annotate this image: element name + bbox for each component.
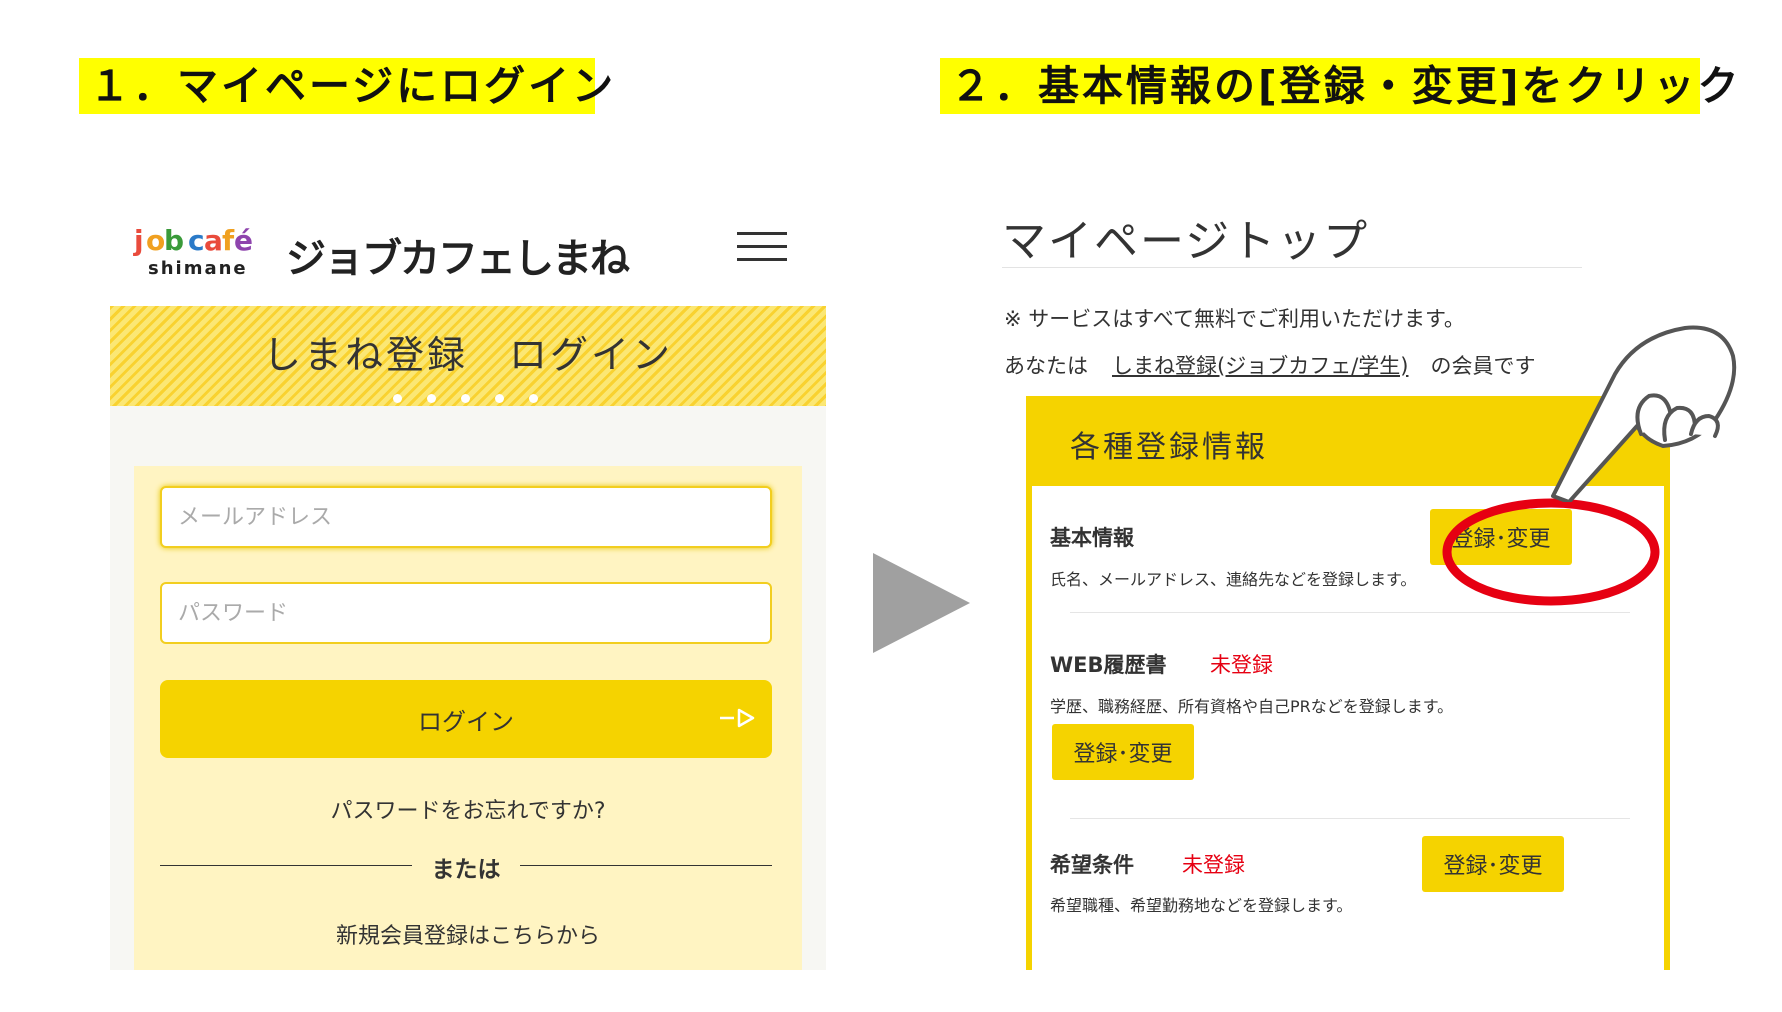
signup-link[interactable]: 新規会員登録はこちらから xyxy=(134,918,802,950)
title-divider xyxy=(1002,267,1582,268)
hamburger-icon[interactable] xyxy=(737,232,787,262)
resume-status-badge: 未登録 xyxy=(1210,653,1273,677)
jobcafe-logo-icon[interactable]: j o b c a f é shimane xyxy=(132,218,267,278)
banner-title: しまね登録 ログイン xyxy=(262,333,673,377)
section-divider xyxy=(1070,818,1630,819)
section-desc-preferences: 希望職種、希望勤務地などを登録します。 xyxy=(1050,896,1353,915)
email-input[interactable] xyxy=(160,486,772,548)
section-desc-basic: 氏名、メールアドレス、連絡先などを登録します。 xyxy=(1050,570,1417,589)
resume-register-button[interactable]: 登録･変更 xyxy=(1052,724,1194,780)
page-title: マイページトップ xyxy=(1002,216,1370,267)
login-form: ログイン パスワードをお忘れですか? または 新規会員登録はこちらから xyxy=(134,466,802,970)
member-suffix: の会員です xyxy=(1430,354,1536,378)
arrow-right-icon xyxy=(720,708,755,728)
pointing-hand-icon xyxy=(1551,325,1737,502)
login-button-label: ログイン xyxy=(418,707,514,736)
svg-text:c: c xyxy=(188,224,205,257)
svg-text:o: o xyxy=(146,224,165,257)
section-desc-resume: 学歴、職務経歴、所有資格や自己PRなどを登録します。 xyxy=(1050,697,1454,716)
membership-link[interactable]: しまね登録(ジョブカフェ/学生) xyxy=(1112,354,1408,378)
forgot-password-link[interactable]: パスワードをお忘れですか? xyxy=(134,793,802,825)
section-title-basic: 基本情報 xyxy=(1050,526,1134,550)
login-button[interactable]: ログイン xyxy=(160,680,772,758)
section-title-preferences: 希望条件 xyxy=(1050,853,1134,877)
svg-text:é: é xyxy=(234,224,253,257)
or-label: または xyxy=(431,857,501,883)
card-title: 各種登録情報 xyxy=(1070,430,1268,465)
svg-text:j: j xyxy=(133,224,144,257)
svg-text:b: b xyxy=(164,224,184,257)
section-divider xyxy=(1070,612,1630,613)
login-screen: j o b c a f é shimane ジョブカフェしまね しまね登録 ログ… xyxy=(110,200,826,970)
page-banner: しまね登録 ログイン xyxy=(110,306,826,406)
red-circle-highlight xyxy=(1442,498,1660,606)
section-title-resume: WEB履歴書 xyxy=(1050,653,1167,677)
login-area: ログイン パスワードをお忘れですか? または 新規会員登録はこちらから xyxy=(110,406,826,970)
password-input[interactable] xyxy=(160,582,772,644)
service-notice: ※ サービスはすべて無料でご利用いただけます。 xyxy=(1004,307,1465,331)
or-divider: または xyxy=(160,850,772,883)
site-header: j o b c a f é shimane ジョブカフェしまね xyxy=(110,200,826,306)
member-prefix: あなたは xyxy=(1004,354,1088,378)
play-triangle-icon xyxy=(873,553,970,653)
membership-line: あなたは しまね登録(ジョブカフェ/学生) の会員です xyxy=(1004,350,1535,380)
banner-dots xyxy=(393,388,563,407)
preferences-register-button[interactable]: 登録･変更 xyxy=(1422,836,1564,892)
svg-text:shimane: shimane xyxy=(148,258,248,278)
mypage-screen: マイページトップ ※ サービスはすべて無料でご利用いただけます。 あなたは しまね… xyxy=(990,195,1782,970)
logo-text[interactable]: ジョブカフェしまね xyxy=(286,226,630,284)
preferences-status-badge: 未登録 xyxy=(1182,853,1245,877)
svg-text:a: a xyxy=(204,224,223,257)
step1-title: １．マイページにログイン xyxy=(79,58,613,114)
step2-title: ２．基本情報の[登録・変更]をクリック xyxy=(940,58,1738,114)
